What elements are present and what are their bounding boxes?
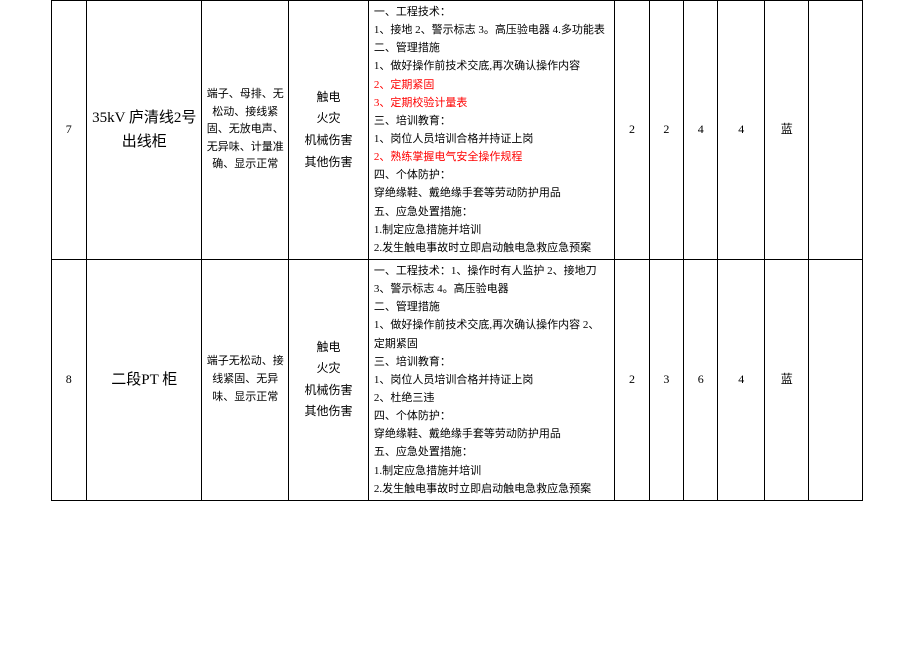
cell-name: 35kV 庐清线2号出线柜 <box>87 1 202 260</box>
measure-line: 1.制定应急措施并培训 <box>374 462 610 480</box>
cell-c4: 4 <box>718 259 765 500</box>
cell-c4: 4 <box>718 1 765 260</box>
gap-left <box>0 1 51 260</box>
measure-line: 四、个体防护： <box>374 407 610 425</box>
cell-hazard: 触电 火灾 机械伤害 其他伤害 <box>289 259 369 500</box>
cell-no: 8 <box>51 259 87 500</box>
measure-line: 一、工程技术：1、操作时有人监护 2、接地刀 3、警示标志 4。高压验电器 <box>374 262 610 298</box>
measure-line: 二、管理措施 <box>374 298 610 316</box>
measure-line: 穿绝缘鞋、戴绝缘手套等劳动防护用品 <box>374 184 610 202</box>
measure-line-red: 2、定期紧固 <box>374 76 610 94</box>
measure-line-red: 2、熟练掌握电气安全操作规程 <box>374 148 610 166</box>
table-row: 8 二段PT 柜 端子无松动、接线紧固、无异味、显示正常 触电 火灾 机械伤害 … <box>0 259 920 500</box>
cell-measures: 一、工程技术：1、操作时有人监护 2、接地刀 3、警示标志 4。高压验电器 二、… <box>368 259 614 500</box>
measure-line: 四、个体防护： <box>374 166 610 184</box>
measure-line: 1、岗位人员培训合格并持证上岗 <box>374 371 610 389</box>
cell-desc: 端子、母排、无松动、接线紧固、无放电声、无异味、计量准确、显示正常 <box>202 1 289 260</box>
cell-c3: 6 <box>684 259 718 500</box>
cell-last <box>809 259 862 500</box>
cell-name: 二段PT 柜 <box>87 259 202 500</box>
cell-hazard: 触电 火灾 机械伤害 其他伤害 <box>289 1 369 260</box>
hazard-text: 触电 火灾 机械伤害 其他伤害 <box>304 340 352 419</box>
measure-line: 一、工程技术： <box>374 3 610 21</box>
measure-line: 2、杜绝三违 <box>374 389 610 407</box>
hazard-text: 触电 火灾 机械伤害 其他伤害 <box>304 90 352 169</box>
cell-measures: 一、工程技术： 1、接地 2、警示标志 3。高压验电器 4.多功能表 二、管理措… <box>368 1 614 260</box>
gap-right <box>862 259 920 500</box>
measure-line: 五、应急处置措施： <box>374 443 610 461</box>
cell-c1: 2 <box>615 259 649 500</box>
measure-line: 2.发生触电事故时立即启动触电急救应急预案 <box>374 239 610 257</box>
cell-desc: 端子无松动、接线紧固、无异味、显示正常 <box>202 259 289 500</box>
measure-line: 1、做好操作前技术交底,再次确认操作内容 <box>374 57 610 75</box>
cell-c3: 4 <box>684 1 718 260</box>
gap-left <box>0 259 51 500</box>
cell-color: 蓝 <box>765 259 809 500</box>
measure-line: 五、应急处置措施： <box>374 203 610 221</box>
measure-line: 三、培训教育： <box>374 112 610 130</box>
measure-line: 穿绝缘鞋、戴绝缘手套等劳动防护用品 <box>374 425 610 443</box>
table-row: 7 35kV 庐清线2号出线柜 端子、母排、无松动、接线紧固、无放电声、无异味、… <box>0 1 920 260</box>
measure-line: 二、管理措施 <box>374 39 610 57</box>
cell-no: 7 <box>51 1 87 260</box>
cell-c2: 2 <box>649 1 683 260</box>
measure-line: 2.发生触电事故时立即启动触电急救应急预案 <box>374 480 610 498</box>
cell-last <box>809 1 862 260</box>
measure-line: 三、培训教育： <box>374 353 610 371</box>
cell-c1: 2 <box>615 1 649 260</box>
measure-line: 1.制定应急措施并培训 <box>374 221 610 239</box>
gap-right <box>862 1 920 260</box>
cell-color: 蓝 <box>765 1 809 260</box>
measure-line: 1、岗位人员培训合格并持证上岗 <box>374 130 610 148</box>
measure-line: 1、做好操作前技术交底,再次确认操作内容 2、定期紧固 <box>374 316 610 352</box>
risk-table: 7 35kV 庐清线2号出线柜 端子、母排、无松动、接线紧固、无放电声、无异味、… <box>0 0 920 501</box>
cell-c2: 3 <box>649 259 683 500</box>
measure-line: 1、接地 2、警示标志 3。高压验电器 4.多功能表 <box>374 21 610 39</box>
measure-line-red: 3、定期校验计量表 <box>374 94 610 112</box>
